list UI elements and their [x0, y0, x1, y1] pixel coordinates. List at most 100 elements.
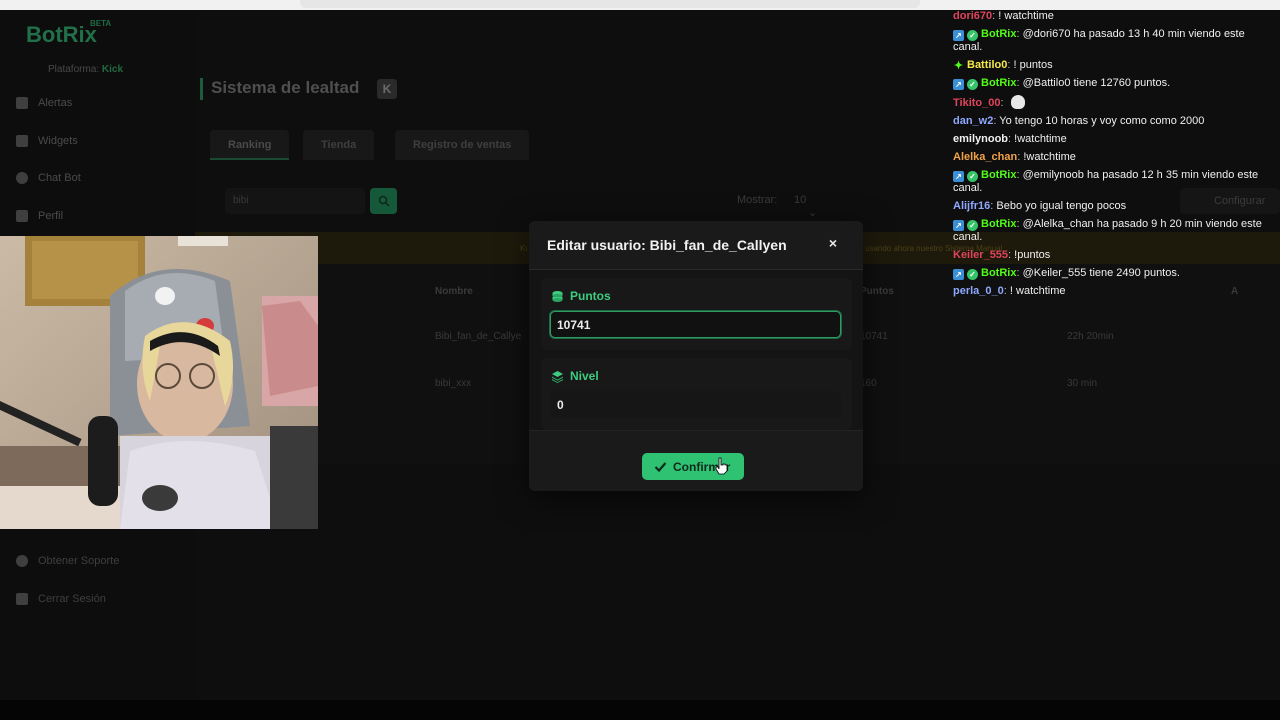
- chevron-down-icon: ⌄: [808, 207, 818, 219]
- sidebar-item-label: Obtener Soporte: [38, 555, 120, 567]
- search-input[interactable]: bibi: [225, 188, 365, 214]
- points-input[interactable]: [550, 311, 841, 338]
- chat-username[interactable]: dori670: [953, 10, 992, 22]
- bot-badge-icon: ↗: [953, 79, 964, 90]
- hand-cursor-icon: [715, 457, 728, 475]
- chat-username[interactable]: BotRix: [981, 267, 1016, 279]
- platform-label: Plataforma:: [48, 64, 100, 75]
- chat-username[interactable]: dan_w2: [953, 115, 993, 127]
- bottom-bar: [0, 700, 1280, 720]
- points-field-label: Puntos: [551, 289, 611, 303]
- level-input[interactable]: [550, 391, 841, 418]
- chat-message: Alijfr16: Bebo yo igual tengo pocos: [953, 200, 1263, 213]
- chat-message: ↗ ✓ BotRix: @Battilo0 tiene 12760 puntos.: [953, 77, 1263, 90]
- modal-header: Editar usuario: Bibi_fan_de_Callyen ×: [529, 221, 863, 270]
- sidebar-item-cerrar-sesion[interactable]: Cerrar Sesión: [16, 589, 106, 609]
- modal-footer: Confirmar: [529, 430, 863, 491]
- modal-body: Puntos Nivel: [529, 270, 863, 430]
- chat-username[interactable]: BotRix: [981, 77, 1016, 89]
- chat-username[interactable]: emilynoob: [953, 133, 1008, 145]
- chat-username[interactable]: BotRix: [981, 28, 1016, 40]
- streamer-webcam-image: [0, 236, 318, 529]
- chat-username[interactable]: Keiler_555: [953, 249, 1008, 261]
- platform-value: Kick: [101, 64, 124, 75]
- chat-message: ↗ ✓ BotRix: @Alelka_chan ha pasado 9 h 20 …: [953, 218, 1263, 244]
- edit-user-modal: Editar usuario: Bibi_fan_de_Callyen × Pu…: [529, 221, 863, 491]
- chat-username[interactable]: BotRix: [981, 218, 1016, 230]
- chat-text: Bebo yo igual tengo pocos: [996, 200, 1127, 212]
- tab-registro-de-ventas[interactable]: Registro de ventas: [395, 130, 530, 160]
- sidebar-item-label: Widgets: [38, 135, 78, 147]
- address-bar[interactable]: [300, 0, 920, 8]
- column-header-nombre: Nombre: [435, 286, 473, 297]
- tab-tienda[interactable]: Tienda: [303, 130, 375, 160]
- level-label-text: Nivel: [570, 369, 599, 383]
- chat-username[interactable]: Battilo0: [967, 59, 1007, 71]
- table-cell-time: 22h 20min: [1067, 331, 1114, 342]
- sidebar-item-soporte[interactable]: Obtener Soporte: [16, 551, 119, 571]
- platform-indicator: Plataforma: Kick: [48, 64, 123, 75]
- alert-icon: [16, 97, 28, 109]
- bot-badge-icon: ↗: [953, 269, 964, 280]
- chat-message: ↗ ✓ BotRix: @dori670 ha pasado 13 h 40 min…: [953, 28, 1263, 54]
- level-field-card: Nivel: [541, 358, 852, 430]
- chat-username[interactable]: BotRix: [981, 169, 1016, 181]
- points-label-text: Puntos: [570, 289, 611, 303]
- chat-message: Keiler_555: !puntos: [953, 249, 1263, 262]
- level-field-label: Nivel: [551, 369, 599, 383]
- ghost-emote-icon: [1010, 95, 1025, 109]
- verified-badge-icon: ✓: [967, 269, 978, 280]
- chat-username[interactable]: Tikito_00: [953, 97, 1001, 109]
- chat-message: dan_w2: Yo tengo 10 horas y voy como com…: [953, 115, 1263, 128]
- profile-icon: [16, 210, 28, 222]
- sidebar-item-label: Chat Bot: [38, 172, 81, 184]
- chat-text: @Battilo0 tiene 12760 puntos.: [1022, 77, 1171, 89]
- table-cell-time: 30 min: [1067, 378, 1098, 389]
- chat-message: Alelka_chan: !watchtime: [953, 151, 1263, 164]
- chatbot-icon: [16, 172, 28, 184]
- app-logo[interactable]: BotRix: [26, 22, 97, 48]
- table-cell-points: 10741: [860, 331, 888, 342]
- bot-badge-icon: ↗: [953, 171, 964, 182]
- chat-overlay: dori670: ! watchtime ↗ ✓ BotRix: @dori670 h…: [953, 10, 1263, 303]
- logout-icon: [16, 593, 28, 605]
- sidebar-item-perfil[interactable]: Perfil: [16, 206, 63, 226]
- search-icon: [378, 195, 390, 207]
- chat-message: perla_0_0: ! watchtime: [953, 285, 1263, 298]
- chat-username[interactable]: perla_0_0: [953, 285, 1004, 297]
- sidebar-item-label: Cerrar Sesión: [38, 593, 106, 605]
- modal-title: Editar usuario: Bibi_fan_de_Callyen: [547, 237, 787, 253]
- bot-badge-icon: ↗: [953, 30, 964, 41]
- coins-icon: [552, 290, 563, 302]
- chat-username[interactable]: Alijfr16: [953, 200, 990, 212]
- chat-message: ↗ ✓ BotRix: @emilynoob ha pasado 12 h 35 m…: [953, 169, 1263, 195]
- chat-text: @Keiler_555 tiene 2490 puntos.: [1022, 267, 1180, 279]
- sidebar-item-alertas[interactable]: Alertas: [16, 93, 72, 113]
- sidebar-item-chat-bot[interactable]: Chat Bot: [16, 168, 81, 188]
- sidebar-item-widgets[interactable]: Widgets: [16, 131, 78, 151]
- beta-tag: BETA: [90, 19, 112, 28]
- verified-badge-icon: ✓: [967, 220, 978, 231]
- chat-username[interactable]: Alelka_chan: [953, 151, 1017, 163]
- search-button[interactable]: [370, 188, 397, 214]
- tab-ranking[interactable]: Ranking: [210, 130, 290, 160]
- chat-text: !puntos: [1014, 249, 1051, 261]
- kick-logo-icon: K: [377, 79, 397, 99]
- chat-text: ! watchtime: [998, 10, 1054, 22]
- star-badge-icon: ✦: [953, 60, 964, 72]
- notice-text-left: Kı: [520, 244, 528, 253]
- page-size-select[interactable]: 10 ⌄: [790, 190, 834, 219]
- chat-text: ! watchtime: [1009, 285, 1066, 297]
- sidebar-item-label: Alertas: [38, 97, 73, 109]
- chat-message: ✦ Battilo0: ! puntos: [953, 59, 1263, 72]
- page-title: Sistema de lealtad: [211, 78, 360, 97]
- table-cell-name: Bibi_fan_de_Callye: [435, 331, 522, 342]
- chat-text: !watchtime: [1014, 133, 1067, 145]
- chat-message: dori670: ! watchtime: [953, 10, 1263, 23]
- points-field-card: Puntos: [541, 278, 852, 350]
- table-cell-name: bibi_xxx: [435, 378, 472, 389]
- close-icon[interactable]: ×: [826, 236, 840, 250]
- verified-badge-icon: ✓: [967, 171, 978, 182]
- chat-separator: :: [1000, 97, 1007, 109]
- verified-badge-icon: ✓: [967, 30, 978, 41]
